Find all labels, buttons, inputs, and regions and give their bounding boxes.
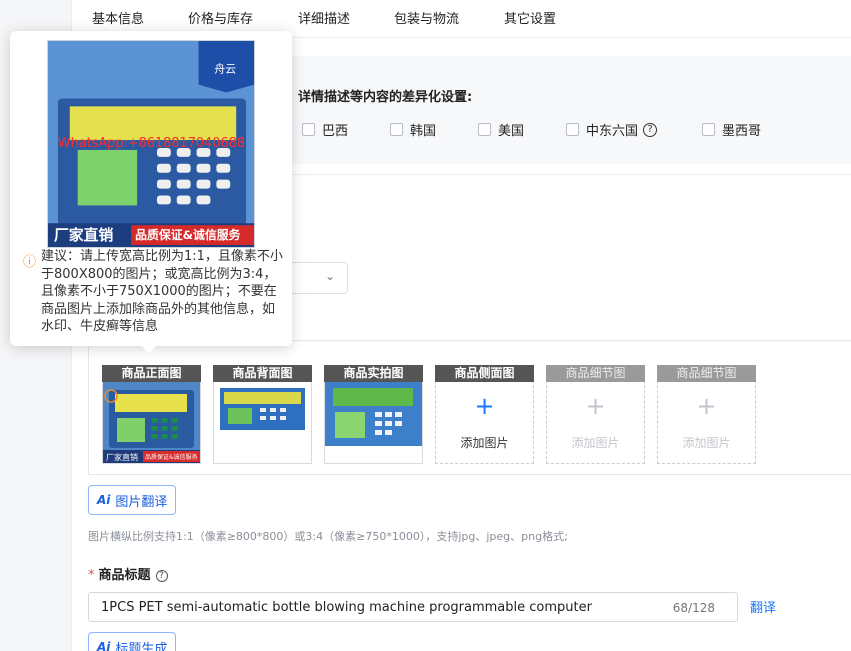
banner-left-text: 厂家直销 [106, 452, 138, 462]
slot-label: 商品背面图 [213, 365, 312, 382]
checkbox[interactable] [566, 123, 579, 136]
image-slot-detail-2: 商品细节图 + 添加图片 [657, 365, 756, 464]
image-format-hint: 图片横纵比例支持1:1（像素≥800*800）或3:4（像素≥750*1000）… [88, 530, 568, 543]
warning-circle-icon: ⓘ [23, 255, 37, 270]
slot-label: 商品实拍图 [324, 365, 423, 382]
checkbox[interactable] [702, 123, 715, 136]
banner-right-text: 品质保证&诚信服务 [135, 228, 240, 242]
country-checkbox-korea[interactable]: 韩国 [390, 120, 436, 139]
checkbox[interactable] [302, 123, 315, 136]
tab-packaging-logistics[interactable]: 包装与物流 [394, 8, 459, 27]
product-image-panel: 厂家直销 品质保证&诚信服务 商品正面图 商品背面图 商品实拍图 商品侧面图 +… [88, 340, 851, 475]
country-label: 巴西 [322, 124, 349, 139]
slot-label: 商品细节图 [657, 365, 756, 382]
ai-icon: Ai [97, 640, 111, 651]
label-text: 商品标题 [98, 568, 151, 583]
country-label: 韩国 [410, 124, 437, 139]
tooltip-product-image: 舟云 WhatsApp:+8618817040688 厂家直销 品质保证&诚信服… [47, 40, 255, 248]
country-checkbox-usa[interactable]: 美国 [478, 120, 524, 139]
product-photo [325, 382, 422, 446]
checkbox[interactable] [390, 123, 403, 136]
banner-right-text: 品质保证&诚信服务 [145, 453, 198, 461]
image-slot-front[interactable]: 厂家直销 品质保证&诚信服务 商品正面图 [102, 365, 201, 464]
tab-other-settings[interactable]: 其它设置 [504, 8, 556, 27]
translate-link[interactable]: 翻译 [750, 597, 776, 616]
character-count: 68/128 [672, 601, 715, 615]
product-photo [220, 388, 305, 430]
differentiation-title: 详情描述等内容的差异化设置: [298, 90, 473, 105]
image-translate-button[interactable]: Ai 图片翻译 [88, 485, 177, 515]
slot-label: 商品侧面图 [435, 365, 534, 382]
product-title-label: * 商品标题? [88, 564, 168, 583]
logo-text: 舟云 [214, 62, 236, 76]
product-photo: 舟云 WhatsApp:+8618817040688 厂家直销 品质保证&诚信服… [48, 41, 254, 247]
country-label: 中东六国 [586, 124, 639, 139]
country-label: 墨西哥 [722, 124, 762, 139]
ai-icon: Ai [97, 493, 111, 507]
add-image-label[interactable]: 添加图片 [436, 434, 533, 451]
banner-left-text: 厂家直销 [54, 226, 114, 244]
button-label: 图片翻译 [115, 494, 168, 510]
image-slot-real-photo[interactable]: 商品实拍图 [324, 365, 423, 464]
image-guideline-tooltip: 舟云 WhatsApp:+8618817040688 厂家直销 品质保证&诚信服… [10, 31, 292, 346]
product-thumbnail [220, 388, 305, 430]
title-generate-button[interactable]: Ai 标题生成 [88, 632, 177, 651]
question-circle-icon[interactable]: ? [155, 570, 168, 582]
product-thumbnail: 厂家直销 品质保证&诚信服务 [103, 382, 200, 463]
tooltip-suggestion-text: 建议：请上传宽高比例为1:1，且像素不小于800X800的图片；或宽高比例为3:… [41, 249, 283, 334]
tab-price-stock[interactable]: 价格与库存 [188, 8, 253, 27]
slot-label: 商品正面图 [102, 365, 201, 382]
image-slot-side-add[interactable]: 商品侧面图 + 添加图片 [435, 365, 534, 464]
country-checkbox-brazil[interactable]: 巴西 [302, 120, 348, 139]
product-photo: 厂家直销 品质保证&诚信服务 [103, 382, 200, 463]
country-label: 美国 [498, 124, 525, 139]
plus-icon: + [585, 392, 606, 420]
required-mark: * [88, 568, 95, 583]
country-checkbox-mexico[interactable]: 墨西哥 [702, 120, 761, 139]
plus-icon: + [696, 392, 717, 420]
add-image-label: 添加图片 [571, 436, 620, 450]
product-title-input[interactable]: 1PCS PET semi-automatic bottle blowing m… [88, 592, 738, 622]
tab-basic-info[interactable]: 基本信息 [92, 8, 144, 27]
tooltip-arrow [142, 346, 156, 354]
question-circle-icon[interactable]: ? [643, 122, 658, 137]
product-thumbnail [325, 382, 422, 446]
chevron-down-icon: ⌄ [325, 269, 336, 283]
watermark-text: WhatsApp:+8618817040688 [58, 136, 245, 151]
add-image-label: 添加图片 [682, 436, 731, 450]
checkbox[interactable] [478, 123, 491, 136]
plus-icon[interactable]: + [436, 394, 533, 418]
tab-detail-description[interactable]: 详细描述 [298, 8, 350, 27]
button-label: 标题生成 [115, 641, 168, 651]
country-checkbox-middle-east[interactable]: 中东六国 ? [566, 120, 658, 139]
title-input-value[interactable]: 1PCS PET semi-automatic bottle blowing m… [101, 600, 592, 615]
image-slot-detail-1: 商品细节图 + 添加图片 [546, 365, 645, 464]
image-slot-back[interactable]: 商品背面图 [213, 365, 312, 464]
slot-label: 商品细节图 [546, 365, 645, 382]
